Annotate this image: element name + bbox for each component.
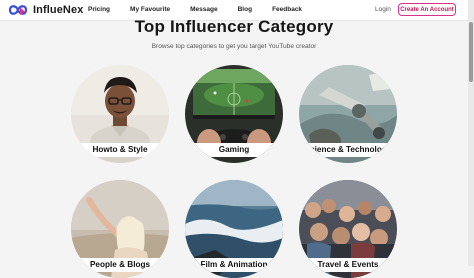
category-card-travel-events[interactable]: Travel & Events xyxy=(299,180,397,278)
nav-link-pricing[interactable]: Pricing xyxy=(88,6,110,13)
category-label: Howto & Style xyxy=(71,143,169,157)
nav-link-feedback[interactable]: Feedback xyxy=(272,6,302,13)
brand-name: InflueNex xyxy=(33,4,84,16)
login-link[interactable]: Login xyxy=(375,6,391,13)
section-subtitle: Browse top categories to get you target … xyxy=(151,43,317,50)
nav-link-blog[interactable]: Blog xyxy=(238,6,252,13)
nav-link-message[interactable]: Message xyxy=(190,6,217,13)
category-card-gaming[interactable]: Gaming xyxy=(185,65,283,163)
scrollbar-thumb[interactable] xyxy=(469,22,473,82)
brand-logo[interactable]: InflueNex xyxy=(8,2,83,18)
category-card-people-blogs[interactable]: People & Blogs xyxy=(71,180,169,278)
category-card-science-technology[interactable]: Science & Technology xyxy=(299,65,397,163)
create-account-button[interactable]: Create An Account xyxy=(398,3,456,16)
category-label: Film & Animation xyxy=(185,258,283,272)
section-title: Top Influencer Category xyxy=(134,17,334,36)
nav-link-my-favourite[interactable]: My Favourite xyxy=(130,6,170,13)
category-label: Travel & Events xyxy=(299,258,397,272)
category-label: Science & Technology xyxy=(299,143,397,157)
main-menu: Pricing My Favourite Message Blog Feedba… xyxy=(88,6,322,13)
category-card-film-animation[interactable]: Film & Animation xyxy=(185,180,283,278)
category-label: Gaming xyxy=(185,143,283,157)
category-label: People & Blogs xyxy=(71,258,169,272)
infinity-heart-logo-icon xyxy=(8,5,28,15)
page-scrollbar[interactable] xyxy=(468,0,474,266)
category-card-howto-style[interactable]: Howto & Style xyxy=(71,65,169,163)
